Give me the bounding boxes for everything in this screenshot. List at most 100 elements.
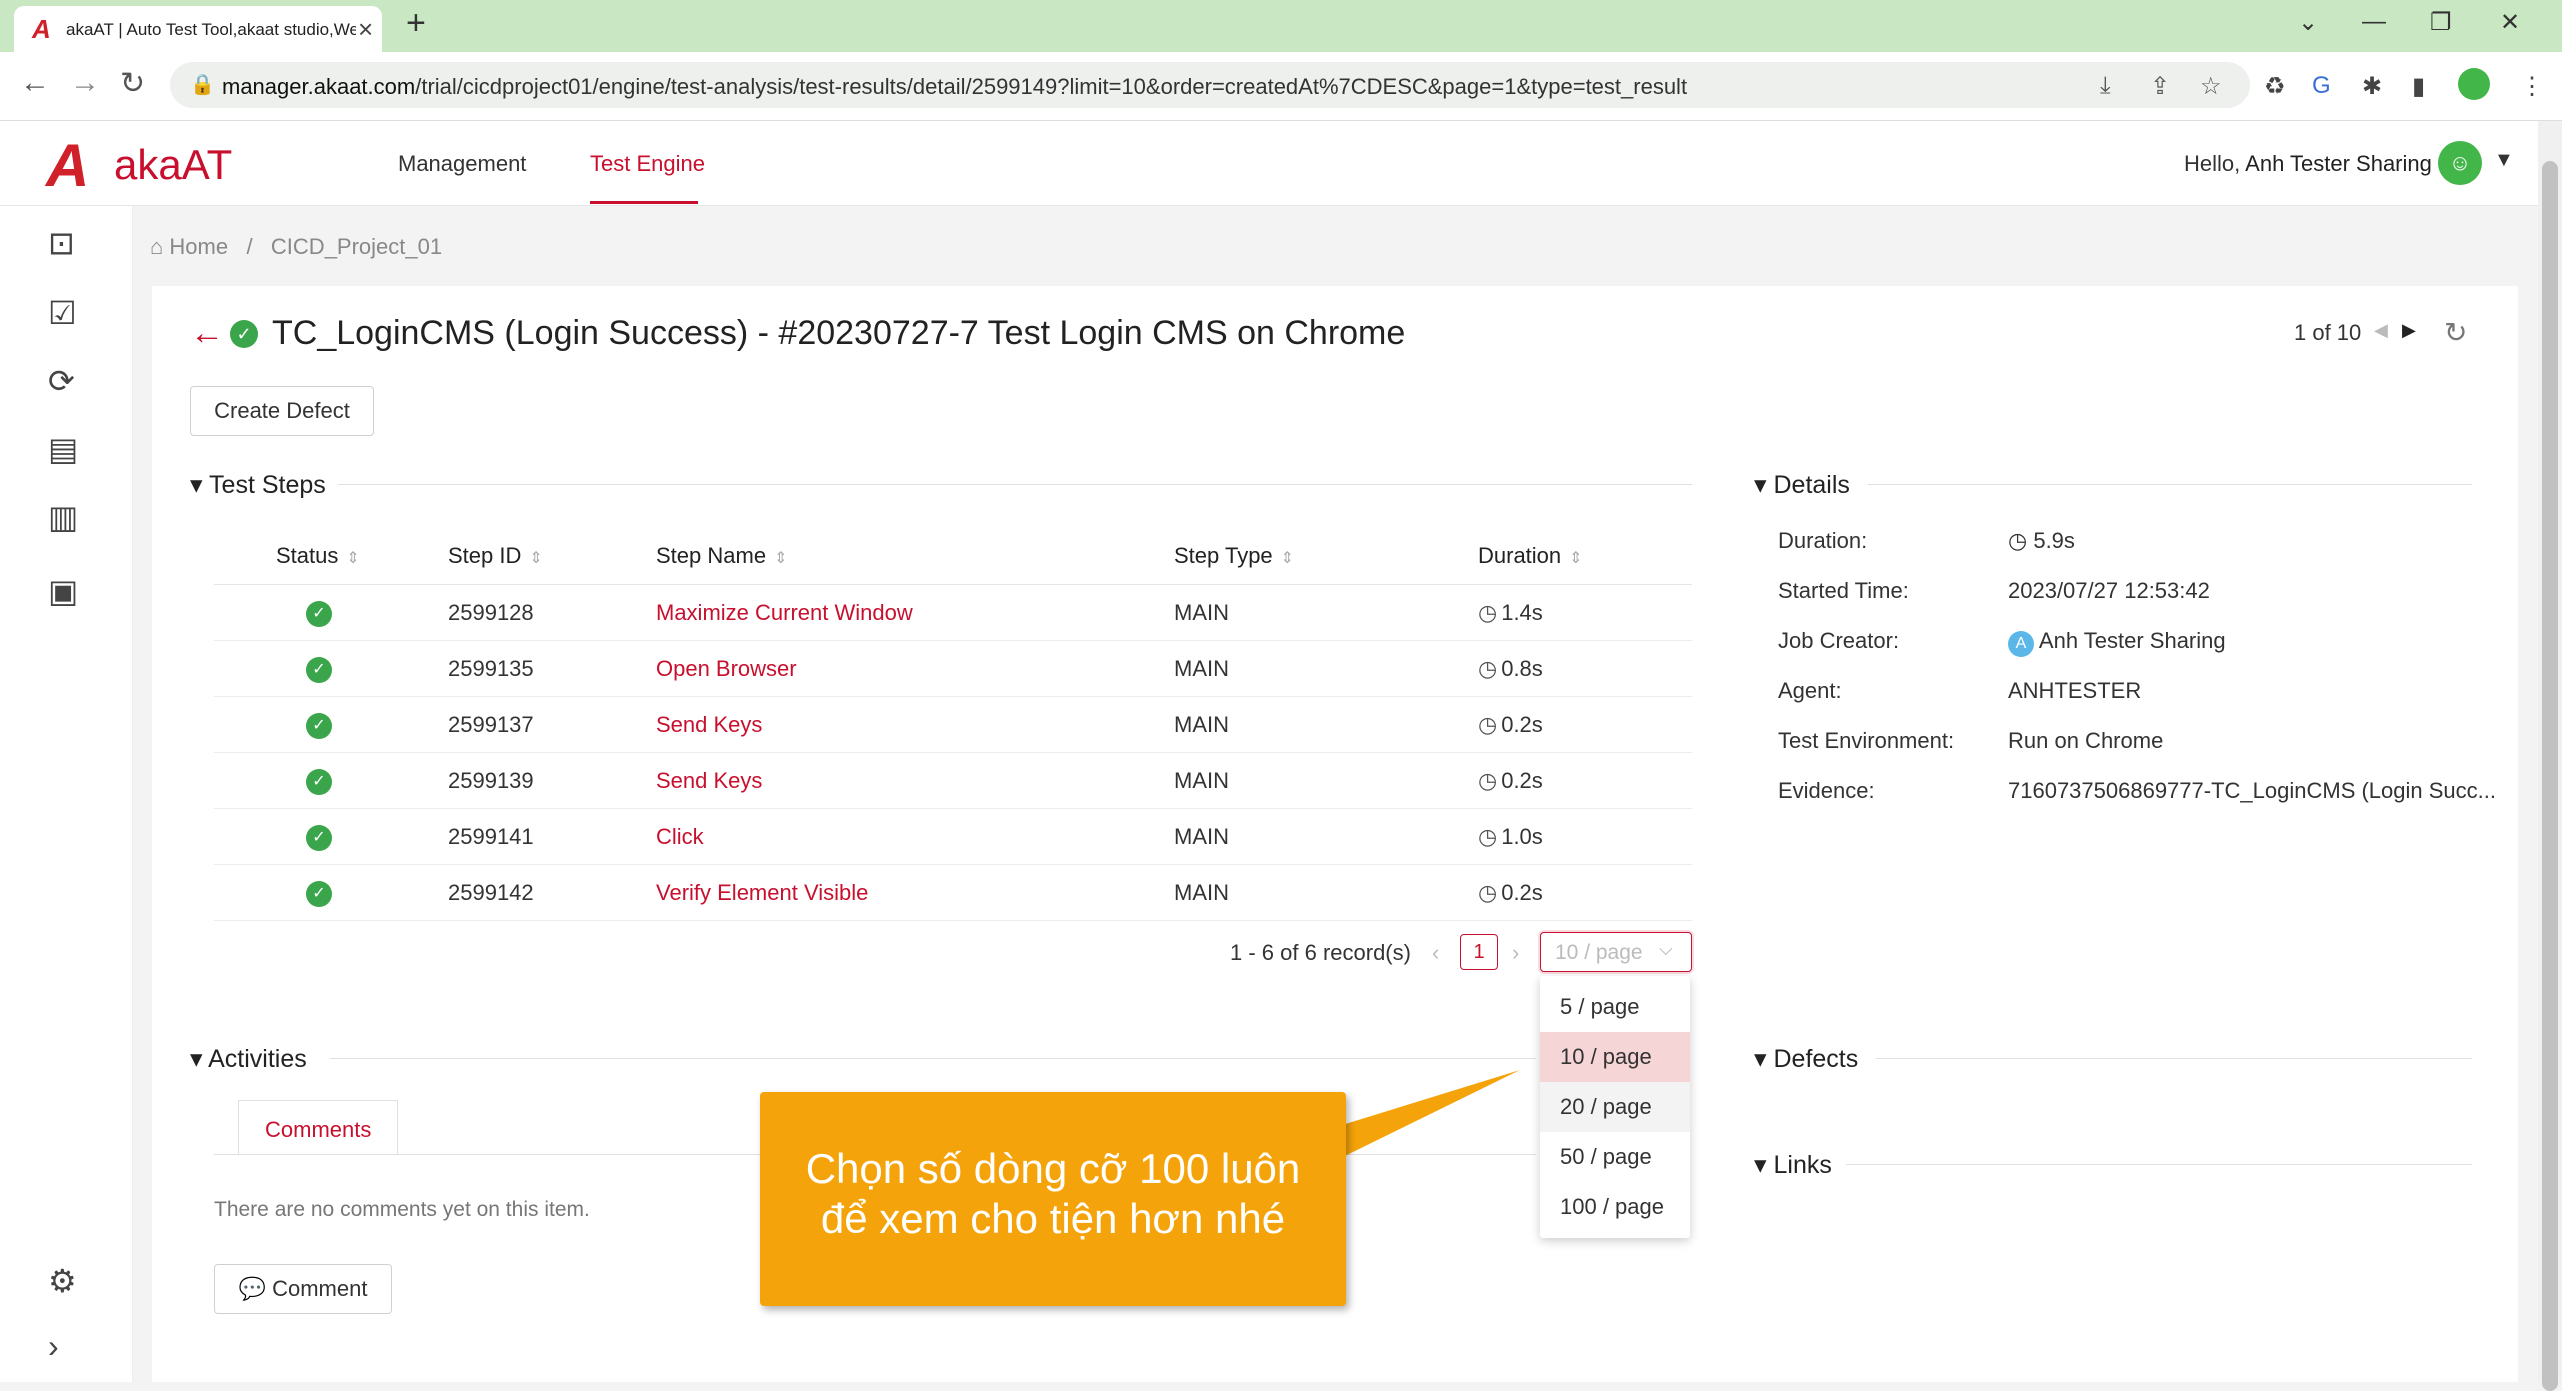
test-plan-icon[interactable]: ☑ bbox=[48, 294, 77, 332]
col-duration[interactable]: Duration ⇕ bbox=[1477, 528, 1692, 585]
breadcrumb-project[interactable]: CICD_Project_01 bbox=[271, 234, 442, 259]
step-id: 2599137 bbox=[447, 696, 655, 753]
browser-menu-icon[interactable]: ⋮ bbox=[2520, 72, 2544, 101]
table-row[interactable]: ✓ 2599139 Send Keys MAIN ◷ 0.2s bbox=[214, 752, 1692, 809]
page-size-option[interactable]: 20 / page bbox=[1540, 1082, 1690, 1132]
test-steps-section-title[interactable]: ▾ Test Steps bbox=[190, 470, 326, 500]
defects-section-title[interactable]: ▾ Defects bbox=[1754, 1044, 1858, 1074]
share-icon[interactable]: ⇪ bbox=[2150, 72, 2170, 101]
table-row[interactable]: ✓ 2599141 Click MAIN ◷ 1.0s bbox=[214, 808, 1692, 865]
page-1-button[interactable]: 1 bbox=[1460, 934, 1498, 970]
prev-page-icon[interactable]: ‹ bbox=[1432, 940, 1439, 966]
maximize-icon[interactable]: ❐ bbox=[2430, 8, 2452, 37]
close-window-icon[interactable]: ✕ bbox=[2500, 8, 2520, 37]
next-result-icon[interactable]: ▶ bbox=[2402, 320, 2416, 341]
side-panel-icon[interactable]: ▮ bbox=[2412, 72, 2425, 101]
sort-icon[interactable]: ⇕ bbox=[774, 550, 787, 567]
page-size-option[interactable]: 50 / page bbox=[1540, 1132, 1690, 1182]
sort-icon[interactable]: ⇕ bbox=[529, 550, 542, 567]
greeting: Hello, Anh Tester Sharing bbox=[2184, 151, 2432, 176]
links-divider bbox=[1846, 1164, 2472, 1165]
step-duration: ◷ 1.4s bbox=[1477, 584, 1692, 641]
expand-sidebar-icon[interactable]: › bbox=[48, 1328, 59, 1365]
monitor-icon[interactable]: ▣ bbox=[48, 572, 78, 610]
extensions-puzzle-icon[interactable]: ✱ bbox=[2362, 72, 2382, 101]
test-steps-table: Status ⇕ Step ID ⇕ Step Name ⇕ Step Type ⇕ D… bbox=[214, 528, 1692, 921]
close-tab-icon[interactable]: × bbox=[358, 14, 373, 45]
address-bar[interactable]: 🔒 manager.akaat.com/trial/cicdproject01/… bbox=[170, 62, 2250, 108]
step-name-link[interactable]: Open Browser bbox=[655, 640, 1173, 697]
page-scrollbar[interactable] bbox=[2538, 121, 2562, 1391]
nav-management[interactable]: Management bbox=[398, 151, 526, 177]
recycle-extension-icon[interactable]: ♻ bbox=[2264, 72, 2286, 101]
step-id: 2599142 bbox=[447, 864, 655, 921]
minimize-icon[interactable]: — bbox=[2362, 8, 2386, 36]
evidence-link[interactable]: 7160737506869777-TC_LoginCMS (Login Succ… bbox=[2008, 778, 2496, 804]
scroll-thumb[interactable] bbox=[2542, 161, 2558, 1391]
page-size-option[interactable]: 100 / page bbox=[1540, 1182, 1690, 1232]
analysis-icon[interactable]: ▥ bbox=[48, 498, 78, 536]
step-name-link[interactable]: Send Keys bbox=[655, 752, 1173, 809]
browser-navbar: ← → ↻ 🔒 manager.akaat.com/trial/cicdproj… bbox=[0, 52, 2562, 121]
tab-comments[interactable]: Comments bbox=[238, 1100, 398, 1155]
step-type: MAIN bbox=[1173, 808, 1477, 865]
nav-test-engine[interactable]: Test Engine bbox=[590, 151, 705, 177]
breadcrumb-separator: / bbox=[246, 234, 253, 259]
passed-status-icon: ✓ bbox=[230, 320, 258, 348]
breadcrumb-home[interactable]: Home bbox=[169, 234, 228, 259]
clock-icon: ◷ bbox=[1478, 599, 1498, 625]
dashboard-icon[interactable]: ⊡ bbox=[48, 224, 75, 262]
translate-extension-icon[interactable]: G bbox=[2312, 72, 2331, 100]
sort-icon[interactable]: ⇕ bbox=[346, 550, 359, 567]
back-arrow-icon[interactable]: ← bbox=[190, 314, 224, 353]
tab-search-icon[interactable]: ⌄ bbox=[2298, 8, 2318, 37]
step-type: MAIN bbox=[1173, 696, 1477, 753]
logo-text[interactable]: akaAT bbox=[114, 141, 232, 189]
detail-label: Evidence: bbox=[1778, 778, 1875, 803]
create-defect-button[interactable]: Create Defect bbox=[190, 386, 374, 436]
bookmark-star-icon[interactable]: ☆ bbox=[2200, 72, 2222, 101]
cycle-icon[interactable]: ⟳ bbox=[48, 362, 75, 400]
prev-result-icon[interactable]: ◀ bbox=[2374, 320, 2388, 341]
page-size-option-selected[interactable]: 10 / page bbox=[1540, 1032, 1690, 1082]
settings-gear-icon[interactable]: ⚙ bbox=[48, 1262, 77, 1300]
refresh-icon[interactable]: ↻ bbox=[2444, 316, 2467, 349]
links-section-title[interactable]: ▾ Links bbox=[1754, 1150, 1832, 1180]
page-size-option[interactable]: 5 / page bbox=[1540, 982, 1690, 1032]
table-row[interactable]: ✓ 2599142 Verify Element Visible MAIN ◷ 0… bbox=[214, 864, 1692, 921]
activities-section-title[interactable]: ▾ Activities bbox=[190, 1044, 307, 1074]
profile-avatar-icon[interactable] bbox=[2458, 68, 2490, 100]
back-icon[interactable]: ← bbox=[20, 66, 50, 100]
home-icon[interactable]: ⌂ bbox=[150, 234, 163, 259]
col-step-type[interactable]: Step Type ⇕ bbox=[1173, 528, 1477, 585]
test-environment-link[interactable]: Run on Chrome bbox=[2008, 728, 2163, 754]
col-step-id[interactable]: Step ID ⇕ bbox=[447, 528, 655, 585]
agent-link[interactable]: ANHTESTER bbox=[2008, 678, 2141, 704]
install-app-icon[interactable]: ⤓ bbox=[2100, 72, 2111, 100]
details-divider bbox=[1868, 484, 2472, 485]
table-row[interactable]: ✓ 2599128 Maximize Current Window MAIN ◷… bbox=[214, 584, 1692, 641]
document-icon[interactable]: ▤ bbox=[48, 430, 78, 468]
creator-avatar-icon: A bbox=[2008, 631, 2034, 657]
details-section-title[interactable]: ▾ Details bbox=[1754, 470, 1850, 500]
step-name-link[interactable]: Click bbox=[655, 808, 1173, 865]
col-step-name[interactable]: Step Name ⇕ bbox=[655, 528, 1173, 585]
new-tab-icon[interactable]: + bbox=[406, 4, 426, 43]
user-menu-caret-icon[interactable]: ▼ bbox=[2494, 149, 2514, 172]
step-name-link[interactable]: Maximize Current Window bbox=[655, 584, 1173, 641]
step-name-link[interactable]: Verify Element Visible bbox=[655, 864, 1173, 921]
browser-tab[interactable]: A akaAT | Auto Test Tool,akaat studio,We… bbox=[14, 6, 382, 52]
comment-button[interactable]: 💬 Comment bbox=[214, 1264, 392, 1314]
user-avatar-icon[interactable]: ☺ bbox=[2438, 141, 2482, 185]
table-row[interactable]: ✓ 2599137 Send Keys MAIN ◷ 0.2s bbox=[214, 696, 1692, 753]
page-size-select[interactable]: 10 / page ⌵ bbox=[1540, 932, 1692, 972]
next-page-icon[interactable]: › bbox=[1512, 940, 1519, 966]
table-row[interactable]: ✓ 2599135 Open Browser MAIN ◷ 0.8s bbox=[214, 640, 1692, 697]
reload-icon[interactable]: ↻ bbox=[120, 66, 145, 101]
col-status[interactable]: Status ⇕ bbox=[214, 528, 447, 585]
sort-icon[interactable]: ⇕ bbox=[1281, 550, 1294, 567]
akaat-logo-icon[interactable]: A bbox=[46, 131, 89, 200]
step-name-link[interactable]: Send Keys bbox=[655, 696, 1173, 753]
forward-icon[interactable]: → bbox=[70, 66, 100, 100]
sort-icon[interactable]: ⇕ bbox=[1569, 550, 1582, 567]
